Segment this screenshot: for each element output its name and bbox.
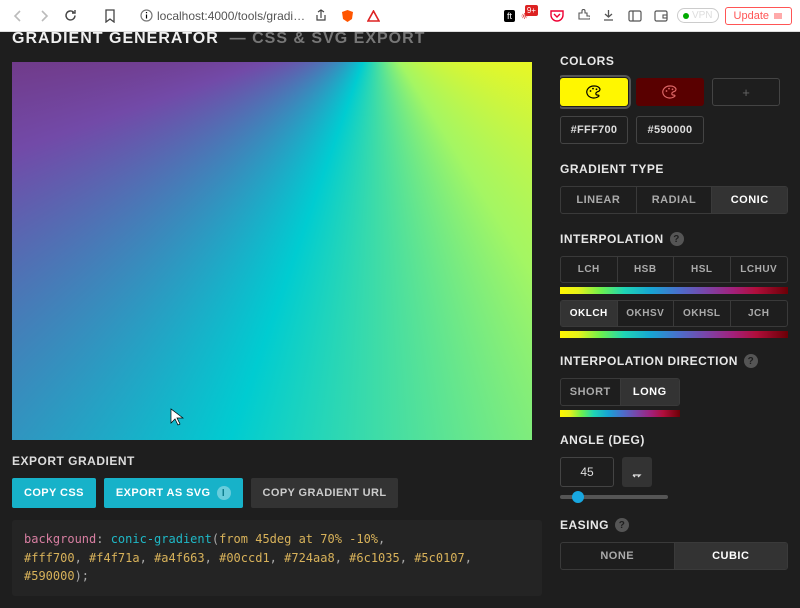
gradient-type-label: GRADIENT TYPE: [560, 162, 788, 176]
code-output[interactable]: background: conic-gradient(from 45deg at…: [12, 520, 542, 596]
angle-input[interactable]: [560, 457, 614, 487]
angle-slider[interactable]: [560, 495, 668, 499]
interp-okhsl[interactable]: OKHSL: [674, 301, 731, 326]
nav-back-button[interactable]: [8, 6, 28, 26]
sidebar-toggle-icon[interactable]: [625, 6, 645, 26]
update-button[interactable]: Update: [725, 7, 792, 25]
reload-button[interactable]: [60, 6, 80, 26]
app-body: GRADIENT GENERATOR — CSS & SVG EXPORT EX…: [0, 32, 800, 608]
brave-shields-icon[interactable]: [337, 6, 357, 26]
gradient-preview: [12, 62, 532, 440]
direction-label: INTERPOLATION DIRECTION ?: [560, 354, 788, 368]
help-icon[interactable]: ?: [744, 354, 758, 368]
angle-label: ANGLE (DEG): [560, 433, 788, 447]
direction-short[interactable]: SHORT: [561, 379, 621, 405]
interpolation-preview: [560, 287, 788, 294]
interp-hsb[interactable]: HSB: [618, 257, 675, 282]
page-title: GRADIENT GENERATOR — CSS & SVG EXPORT: [12, 30, 542, 48]
easing-cubic[interactable]: CUBIC: [675, 543, 788, 569]
copy-url-button[interactable]: COPY GRADIENT URL: [251, 478, 399, 508]
address-bar[interactable]: localhost:4000/tools/gradi…: [140, 9, 305, 23]
interp-lch[interactable]: LCH: [561, 257, 618, 282]
color-swatch[interactable]: [636, 78, 704, 106]
interpolation-label: INTERPOLATION ?: [560, 232, 788, 246]
direction-preview: [560, 410, 680, 417]
easing-label: EASING ?: [560, 518, 788, 532]
vpn-badge[interactable]: VPN: [677, 8, 719, 23]
add-color-button[interactable]: +: [712, 78, 780, 106]
wallet-icon[interactable]: [651, 6, 671, 26]
help-icon[interactable]: ?: [670, 232, 684, 246]
interpolation-preview-2: [560, 331, 788, 338]
interp-oklch[interactable]: OKLCH: [561, 301, 618, 326]
angle-reverse-button[interactable]: [622, 457, 652, 487]
interp-jch[interactable]: JCH: [731, 301, 788, 326]
interp-okhsv[interactable]: OKHSV: [618, 301, 675, 326]
share-icon[interactable]: [311, 6, 331, 26]
gradient-type-radial[interactable]: RADIAL: [637, 187, 713, 213]
color-hex-input[interactable]: [636, 116, 704, 144]
info-icon: i: [217, 486, 231, 500]
download-icon[interactable]: [599, 6, 619, 26]
gradient-type-linear[interactable]: LINEAR: [561, 187, 637, 213]
browser-chrome: localhost:4000/tools/gradi… ft 9+ VPN Up…: [0, 0, 800, 32]
main-column: GRADIENT GENERATOR — CSS & SVG EXPORT EX…: [12, 32, 560, 608]
color-swatch[interactable]: [560, 78, 628, 106]
help-icon[interactable]: ?: [615, 518, 629, 532]
pocket-icon[interactable]: [547, 6, 567, 26]
extension-ft-icon[interactable]: ft: [504, 10, 515, 22]
bookmark-icon[interactable]: [100, 6, 120, 26]
brave-triangle-icon[interactable]: [363, 6, 383, 26]
cursor-icon: [170, 408, 184, 426]
export-svg-button[interactable]: EXPORT AS SVG i: [104, 478, 243, 508]
nav-forward-button[interactable]: [34, 6, 54, 26]
sidebar: COLORS + GRADIENT TYPE LINEARRADIALCONIC…: [560, 32, 788, 608]
direction-long[interactable]: LONG: [621, 379, 680, 405]
copy-css-button[interactable]: COPY CSS: [12, 478, 96, 508]
interp-hsl[interactable]: HSL: [674, 257, 731, 282]
url-text: localhost:4000/tools/gradi…: [157, 9, 305, 23]
gradient-type-conic[interactable]: CONIC: [712, 187, 787, 213]
export-label: EXPORT GRADIENT: [12, 454, 542, 468]
extension-puzzle-icon[interactable]: [573, 6, 593, 26]
color-hex-input[interactable]: [560, 116, 628, 144]
colors-label: COLORS: [560, 54, 788, 68]
site-info-icon[interactable]: [140, 9, 153, 22]
interp-lchuv[interactable]: LCHUV: [731, 257, 788, 282]
extension-gear-icon[interactable]: 9+: [521, 6, 541, 26]
easing-none[interactable]: NONE: [561, 543, 675, 569]
